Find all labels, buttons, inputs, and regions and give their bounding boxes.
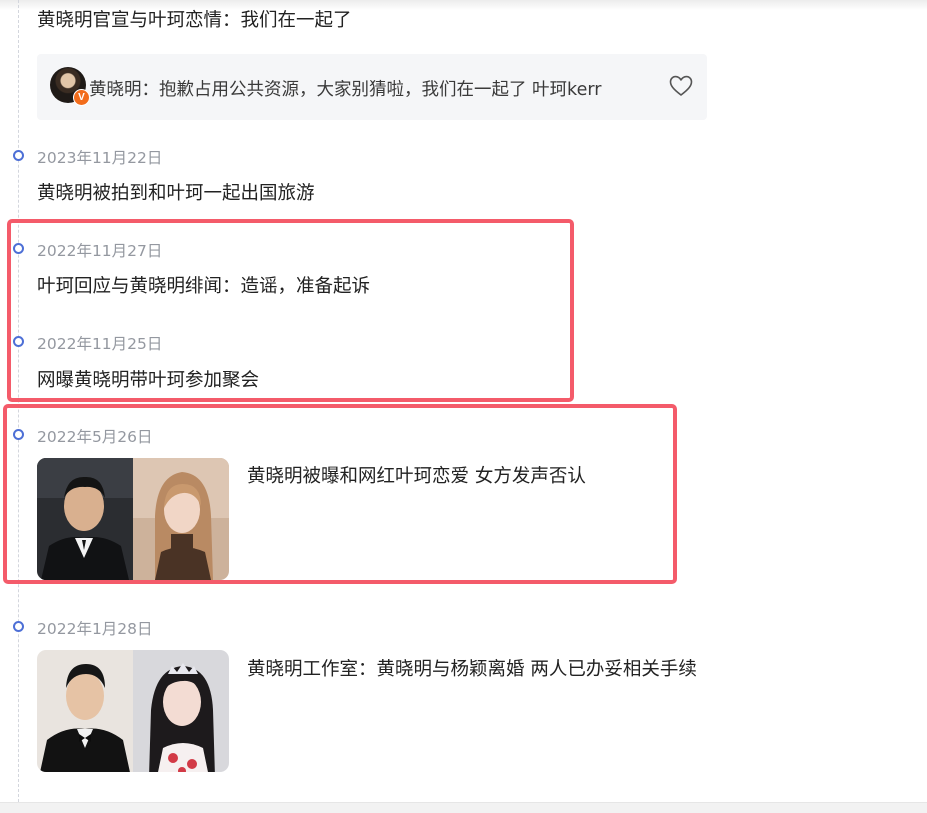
timeline-dot bbox=[13, 336, 24, 347]
timeline-dot bbox=[13, 150, 24, 161]
news-thumbnail[interactable] bbox=[37, 458, 229, 580]
news-thumbnail[interactable] bbox=[37, 650, 229, 772]
post-card[interactable]: V 黄晓明：抱歉占用公共资源，大家别猜啦，我们在一起了 叶珂kerr bbox=[37, 54, 707, 120]
heart-icon[interactable] bbox=[669, 75, 693, 97]
event-date: 2022年1月28日 bbox=[37, 620, 153, 638]
news-title[interactable]: 黄晓明被曝和网红叶珂恋爱 女方发声否认 bbox=[247, 462, 586, 488]
event-headline[interactable]: 叶珂回应与黄晓明绯闻：造谣，准备起诉 bbox=[37, 272, 370, 298]
timeline-dot bbox=[13, 621, 24, 632]
timeline-dot bbox=[13, 243, 24, 254]
event-headline[interactable]: 网曝黄晓明带叶珂参加聚会 bbox=[37, 366, 259, 392]
post-text: 黄晓明：抱歉占用公共资源，大家别猜啦，我们在一起了 叶珂kerr bbox=[89, 80, 602, 100]
news-title[interactable]: 黄晓明工作室：黄晓明与杨颖离婚 两人已办妥相关手续 bbox=[247, 655, 697, 681]
event-date: 2023年11月22日 bbox=[37, 149, 163, 167]
event-date: 2022年11月25日 bbox=[37, 335, 163, 353]
event-headline[interactable]: 黄晓明被拍到和叶珂一起出国旅游 bbox=[37, 179, 315, 205]
event-date: 2022年11月27日 bbox=[37, 242, 163, 260]
timeline-page: 黄晓明官宣与叶珂恋情：我们在一起了 V 黄晓明：抱歉占用公共资源，大家别猜啦，我… bbox=[0, 0, 927, 813]
top-headline[interactable]: 黄晓明官宣与叶珂恋情：我们在一起了 bbox=[37, 6, 352, 32]
avatar[interactable]: V bbox=[50, 67, 90, 106]
event-date: 2022年5月26日 bbox=[37, 428, 153, 446]
bottom-divider bbox=[0, 802, 927, 813]
timeline-line bbox=[18, 0, 19, 802]
verified-badge-icon: V bbox=[73, 89, 90, 106]
timeline-dot bbox=[13, 429, 24, 440]
